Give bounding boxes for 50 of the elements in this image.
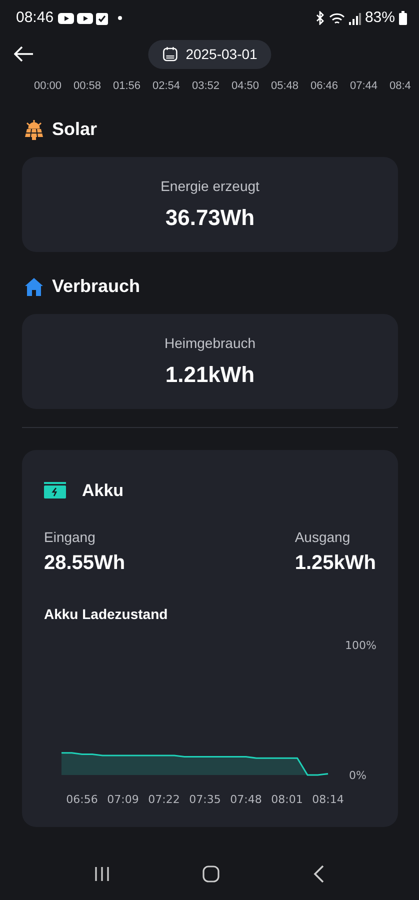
recent-apps-icon[interactable] bbox=[94, 866, 110, 882]
generated-value: 36.73Wh bbox=[165, 204, 255, 232]
video-app-icon bbox=[58, 12, 74, 24]
input-value: 28.55Wh bbox=[44, 551, 126, 576]
timeline-label[interactable]: 08:4 bbox=[390, 78, 419, 94]
home-icon[interactable] bbox=[202, 865, 220, 883]
timeline-label[interactable]: 00:00 bbox=[34, 78, 74, 94]
x-axis-label: 07:22 bbox=[148, 793, 180, 806]
section-title: Akku bbox=[82, 480, 124, 502]
x-axis-label: 07:09 bbox=[107, 793, 139, 806]
y-axis-label: 0% bbox=[349, 769, 366, 782]
timeline-label[interactable]: 06:46 bbox=[310, 78, 350, 94]
notification-dot-icon bbox=[118, 16, 122, 20]
x-axis-label: 06:56 bbox=[66, 793, 98, 806]
output-value: 1.25kWh bbox=[294, 551, 376, 576]
timeline-label[interactable]: 04:50 bbox=[232, 78, 271, 94]
video-app-icon bbox=[76, 12, 93, 24]
y-axis-label: 100% bbox=[345, 639, 376, 652]
chart-title: Akku Ladezustand bbox=[44, 605, 169, 624]
x-axis-label: 08:01 bbox=[271, 793, 303, 806]
wifi-icon bbox=[328, 12, 345, 24]
bluetooth-icon bbox=[314, 11, 325, 25]
house-icon bbox=[24, 276, 44, 296]
calendar-icon bbox=[162, 46, 178, 62]
battery-percentage: 83% bbox=[364, 8, 395, 28]
x-axis-label: 07:48 bbox=[230, 793, 262, 806]
consumption-value: 1.21kWh bbox=[165, 360, 255, 388]
timeline-label[interactable]: 05:48 bbox=[271, 78, 310, 94]
timeline-label[interactable]: 01:56 bbox=[113, 78, 152, 94]
section-title: Verbrauch bbox=[52, 275, 140, 298]
x-axis-label: 08:14 bbox=[312, 793, 344, 806]
timeline-label[interactable]: 02:54 bbox=[152, 78, 192, 94]
timeline-label[interactable]: 07:44 bbox=[350, 78, 390, 94]
x-axis-label: 07:35 bbox=[189, 793, 221, 806]
signal-icon bbox=[348, 12, 361, 24]
generated-label: Energie erzeugt bbox=[160, 176, 260, 196]
solar-panel-icon bbox=[24, 120, 44, 140]
checkbox-icon bbox=[96, 12, 108, 24]
timeline-label[interactable]: 03:52 bbox=[192, 78, 232, 94]
timeline-label[interactable]: 00:58 bbox=[74, 78, 113, 94]
status-time: 08:46 bbox=[16, 8, 54, 28]
back-icon[interactable] bbox=[312, 865, 325, 883]
battery-icon bbox=[44, 482, 66, 499]
date-picker-button[interactable]: 2025-03-01 bbox=[148, 40, 272, 68]
input-label: Eingang bbox=[44, 528, 96, 547]
consumption-label: Heimgebrauch bbox=[164, 334, 256, 353]
output-label: Ausgang bbox=[294, 528, 352, 547]
section-title: Solar bbox=[52, 118, 98, 141]
battery-icon bbox=[399, 11, 407, 25]
back-arrow-icon[interactable] bbox=[14, 46, 34, 62]
